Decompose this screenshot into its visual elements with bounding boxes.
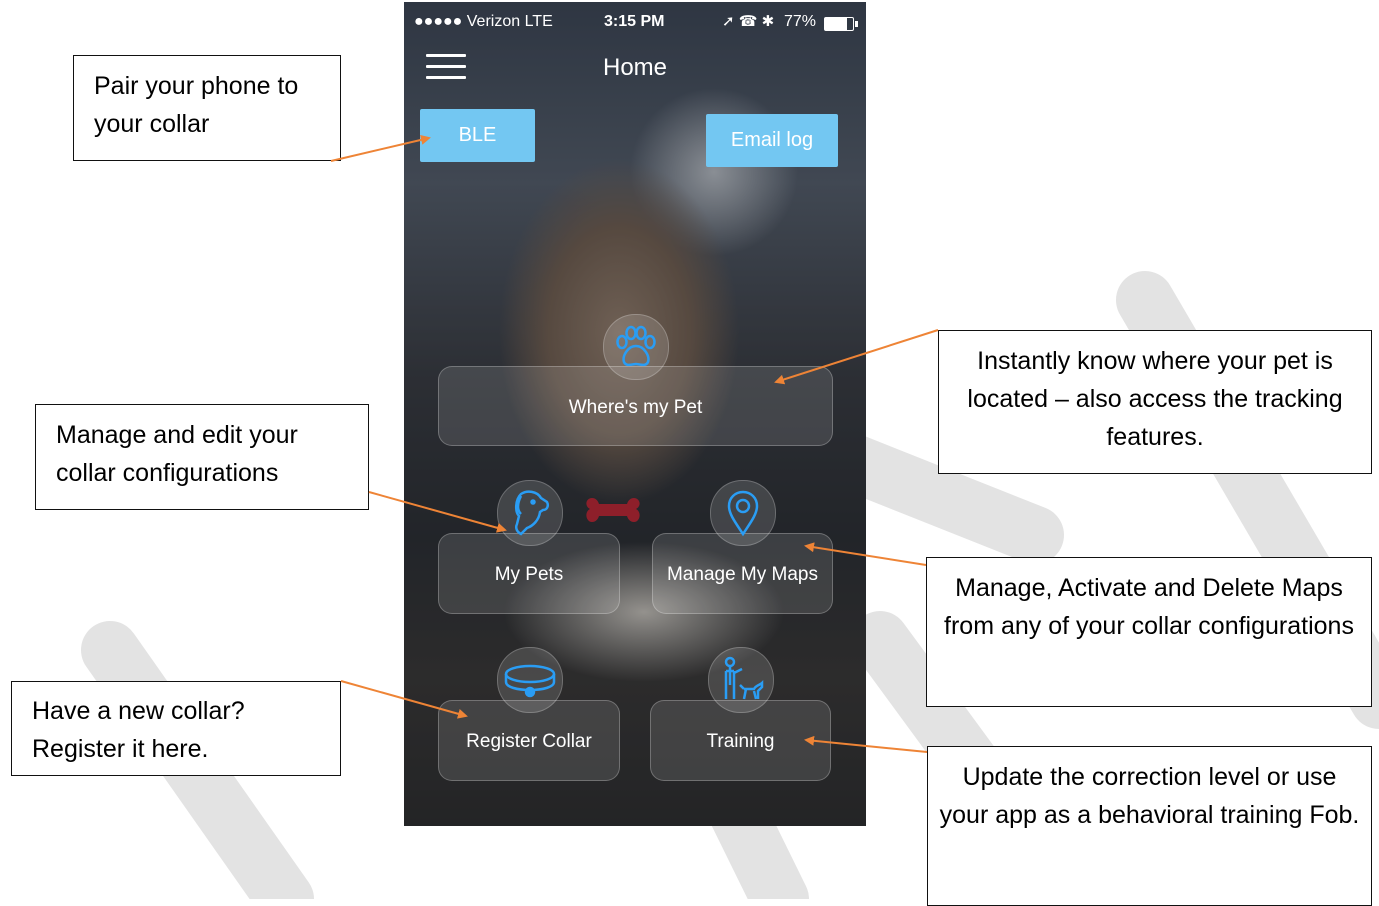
training-tile[interactable]: Training xyxy=(650,647,831,781)
carrier-label: ●●●●● Verizon LTE xyxy=(414,13,553,30)
callout-manage-configurations: Manage and edit your collar configuratio… xyxy=(35,404,369,510)
person-with-dog-icon xyxy=(708,647,774,713)
map-pin-icon xyxy=(710,480,776,546)
callout-pair: Pair your phone to your collar xyxy=(73,55,341,161)
training-label: Training xyxy=(706,731,775,752)
clock: 3:15 PM xyxy=(604,13,665,30)
battery-icon xyxy=(824,17,858,31)
wheres-my-pet-label: Where's my Pet xyxy=(568,397,703,418)
ble-button[interactable]: BLE xyxy=(420,109,535,162)
callout-training: Update the correction level or use your … xyxy=(927,746,1372,906)
status-icons: ➚ ☎ ✱ xyxy=(722,13,775,30)
phone-screen: ●●●●● Verizon LTE 3:15 PM ➚ ☎ ✱ 77% Home… xyxy=(404,2,866,826)
status-bar: ●●●●● Verizon LTE 3:15 PM ➚ ☎ ✱ 77% xyxy=(404,2,866,42)
register-collar-tile[interactable]: Register Collar xyxy=(438,647,620,781)
manage-my-maps-label: Manage My Maps xyxy=(666,564,818,585)
battery-percent: 77% xyxy=(784,13,817,30)
callout-manage-maps: Manage, Activate and Delete Maps from an… xyxy=(926,557,1372,707)
paw-icon xyxy=(603,314,669,380)
manage-my-maps-tile[interactable]: Manage My Maps xyxy=(652,480,833,614)
page-title: Home xyxy=(602,54,668,81)
callout-wheres-my-pet: Instantly know where your pet is located… xyxy=(938,330,1372,474)
my-pets-tile[interactable]: My Pets xyxy=(438,480,620,614)
wheres-my-pet-tile[interactable]: Where's my Pet xyxy=(438,314,833,446)
dog-head-icon xyxy=(497,480,563,546)
callout-register-collar: Have a new collar? Register it here. xyxy=(11,681,341,776)
my-pets-label: My Pets xyxy=(494,564,564,585)
collar-icon xyxy=(497,647,563,713)
email-log-button[interactable]: Email log xyxy=(706,114,838,167)
bone-tag-icon xyxy=(586,498,640,522)
register-collar-label: Register Collar xyxy=(466,731,592,752)
